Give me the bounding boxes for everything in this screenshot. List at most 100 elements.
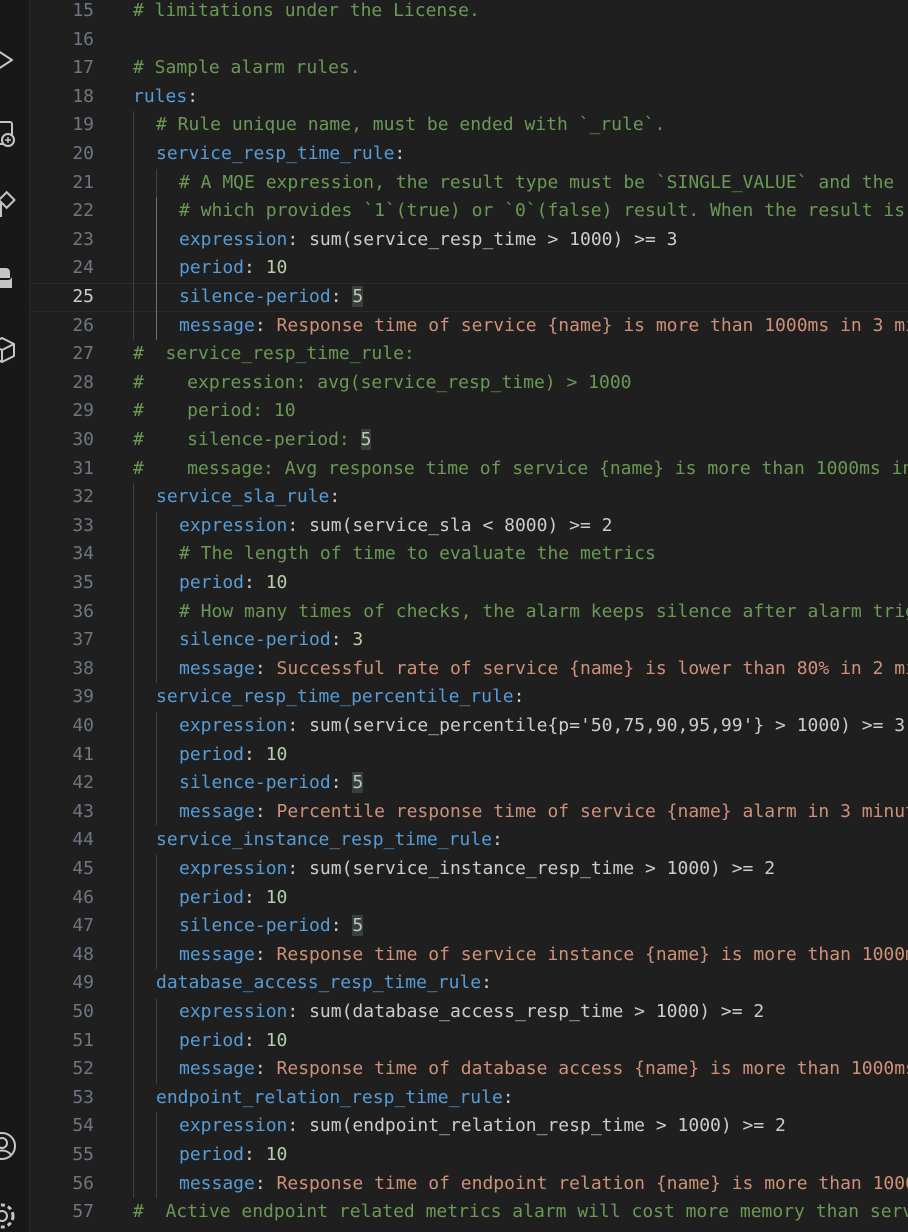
accounts-icon[interactable] (0, 1130, 18, 1162)
indent-guide (133, 654, 134, 684)
token: service_resp_time_rule (156, 143, 395, 164)
line-number: 58 (31, 1227, 94, 1232)
token: : (244, 1029, 266, 1051)
token: : (329, 486, 341, 508)
code-text: silence-period: 5 (179, 769, 364, 798)
extensions-icon[interactable] (0, 190, 18, 222)
code-line[interactable]: 33 expression: sum(service_sla < 8000) >=… (31, 511, 908, 541)
code-line[interactable]: 50 expression: sum(database_access_resp_t… (31, 998, 908, 1027)
line-number: 38 (72, 657, 94, 679)
code-text: period: 10 (179, 1027, 287, 1056)
code-line[interactable]: 31 # message: Avg response time of servic… (31, 455, 908, 484)
line-number: 37 (72, 629, 94, 651)
token: 5 (360, 429, 372, 450)
token: # period: 10 (133, 400, 296, 422)
database-icon[interactable] (0, 334, 18, 366)
run-debug-icon[interactable] (0, 44, 18, 76)
code-line[interactable]: 20 service_resp_time_rule: (31, 140, 908, 169)
indent-guide (133, 254, 134, 283)
token: service_resp_time_percentile_rule (156, 686, 514, 708)
token: # How many times of checks, the alarm ke… (179, 600, 908, 622)
code-line[interactable]: 46 period: 10 (31, 883, 908, 913)
code-line[interactable]: 57 # Active endpoint related metrics alar… (31, 1198, 908, 1227)
code-line[interactable]: 53 endpoint_relation_resp_time_rule: (31, 1083, 908, 1113)
token: silence-period (179, 915, 331, 937)
line-number: 23 (72, 228, 94, 250)
token: period (179, 1029, 245, 1051)
code-line[interactable]: 29 # period: 10 (31, 397, 908, 426)
code-line[interactable]: 24 period: 10 (31, 254, 908, 283)
code-line[interactable]: 34 # The length of time to evaluate the m… (31, 540, 908, 569)
line-number: 42 (72, 772, 94, 794)
indent-guide (133, 168, 134, 198)
code-line[interactable]: 41 period: 10 (31, 740, 908, 770)
indent-guide (133, 712, 134, 741)
token: 10 (265, 572, 288, 593)
code-text: expression: sum(service_resp_time > 1000… (179, 226, 678, 255)
python-icon[interactable] (0, 262, 18, 294)
code-line[interactable]: 42 silence-period: 5 (31, 769, 908, 798)
code-line[interactable]: 39 service_resp_time_percentile_rule: (31, 683, 908, 712)
code-line[interactable]: 40 expression: sum(service_percentile{p='… (31, 712, 908, 741)
code-line[interactable]: 43 message: Percentile response time of s… (31, 797, 908, 827)
remote-explorer-icon[interactable] (0, 118, 18, 150)
code-line[interactable]: 26 message: Response time of service {nam… (31, 311, 908, 341)
code-line[interactable]: 51 period: 10 (31, 1026, 908, 1056)
code-line[interactable]: 32 service_sla_rule: (31, 483, 908, 512)
code-text: message: Response time of service instan… (179, 941, 908, 970)
code-line[interactable]: 23 expression: sum(service_resp_time > 10… (31, 225, 908, 255)
token: expression (179, 228, 288, 250)
code-line[interactable]: 17 # Sample alarm rules. (31, 54, 908, 83)
code-line[interactable]: 16 (31, 26, 908, 55)
token: : (244, 743, 266, 765)
code-line[interactable]: 45 expression: sum(service_instance_resp_… (31, 855, 908, 884)
code-line[interactable]: 52 message: Response time of database acc… (31, 1055, 908, 1084)
code-text: database_access_resp_time_rule: (156, 969, 492, 998)
indent-guide (133, 511, 134, 541)
token: Percentile response time of service {nam… (276, 800, 908, 822)
code-line[interactable]: 49 database_access_resp_time_rule: (31, 969, 908, 998)
token: 10 (265, 1029, 288, 1051)
code-line[interactable]: 25 silence-period: 5 (31, 283, 908, 312)
line-number: 44 (72, 829, 94, 851)
code-line[interactable]: 48 message: Response time of service inst… (31, 940, 908, 970)
code-line[interactable]: 58 # Because the number of endpoint is mu… (31, 1227, 908, 1232)
code-line[interactable]: 15 # limitations under the License. (31, 0, 908, 26)
code-line[interactable]: 28 # expression: avg(service_resp_time) >… (31, 369, 908, 398)
indent-guide (156, 197, 157, 226)
token: Response time of endpoint relation {name… (276, 1172, 908, 1194)
line-number: 55 (72, 1144, 94, 1165)
code-text: silence-period: 3 (179, 626, 363, 655)
settings-gear-icon[interactable] (0, 1200, 18, 1232)
code-line[interactable]: 47 silence-period: 5 (31, 912, 908, 941)
token: : (330, 915, 353, 937)
code-line[interactable]: 22 # which provides `1`(true) or `0`(fals… (31, 197, 908, 226)
indent-guide (133, 883, 134, 913)
line-number: 17 (72, 57, 94, 79)
indent-guide (156, 540, 157, 569)
code-line[interactable]: 37 silence-period: 3 (31, 626, 908, 655)
token: : (287, 514, 310, 536)
indent-guide (156, 1169, 157, 1199)
code-line[interactable]: 18 rules: (31, 83, 908, 112)
token: expression (179, 858, 288, 879)
token: : (330, 772, 353, 794)
code-line[interactable]: 44 service_instance_resp_time_rule: (31, 826, 908, 855)
code-text: expression: sum(endpoint_relation_resp_t… (179, 1112, 786, 1141)
code-line[interactable]: 30 # silence-period: 5 (31, 426, 908, 455)
code-line[interactable]: 21 # A MQE expression, the result type mu… (31, 168, 908, 198)
indent-guide (133, 483, 134, 512)
code-editor[interactable]: 15 # limitations under the License. 16 17 # … (31, 0, 908, 1232)
indent-guide (156, 855, 157, 884)
token: : (187, 85, 199, 107)
code-line[interactable]: 54 expression: sum(endpoint_relation_resp… (31, 1112, 908, 1141)
code-line[interactable]: 35 period: 10 (31, 569, 908, 598)
code-line[interactable]: 56 message: Response time of endpoint rel… (31, 1169, 908, 1199)
code-line[interactable]: 19 # Rule unique name, must be ended with… (31, 111, 908, 140)
line-number: 22 (72, 200, 94, 222)
code-line[interactable]: 36 # How many times of checks, the alarm … (31, 597, 908, 627)
token: Response time of database access {name} … (276, 1058, 908, 1080)
code-line[interactable]: 38 message: Successful rate of service {n… (31, 654, 908, 684)
code-line[interactable]: 55 period: 10 (31, 1141, 908, 1170)
code-line[interactable]: 27 # service_resp_time_rule: (31, 340, 908, 369)
